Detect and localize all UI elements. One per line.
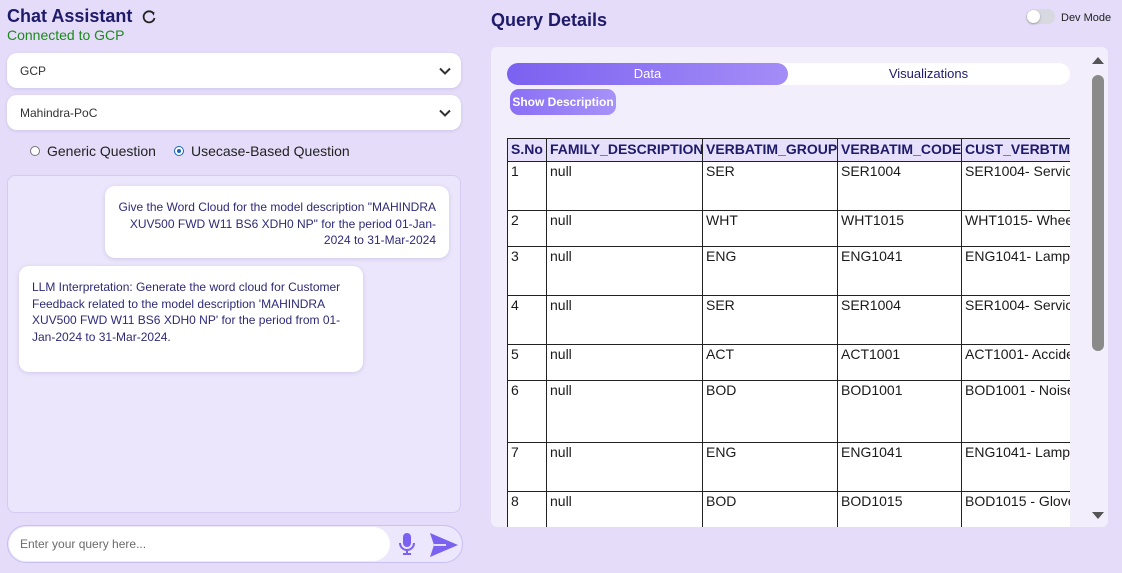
scroll-down-arrow-icon[interactable] [1092,510,1104,520]
question-type-radio-group: Generic Question Usecase-Based Question [30,143,368,159]
table-cell: 3 [507,246,547,296]
table-cell: WHT1015 [837,210,962,247]
table-cell: null [546,491,703,527]
radio-button-unchecked[interactable] [30,146,40,156]
table-cell: ACT1001- Accide Work [961,344,1070,381]
table-cell: BOD1001 - Noise Body Panel/Roof/Hardt [961,380,1070,443]
table-cell: 6 [507,380,547,443]
column-header[interactable]: FAMILY_DESCRIPTION [546,138,703,162]
table-row: 3 null ENG ENG1041 ENG1041- Lamp Level/m… [507,246,1070,296]
table-cell: 7 [507,442,547,492]
dev-mode-label: Dev Mode [1061,12,1112,24]
table-cell: ENG1041- Lamp Level/malfunction [961,442,1070,492]
radio-usecase-label: Usecase-Based Question [190,143,350,159]
radio-button-checked[interactable] [173,146,184,156]
scroll-up-arrow-icon[interactable] [1092,56,1104,66]
project-select-value: Mahindra-PoC [20,105,98,120]
column-header[interactable]: CUST_VERBTM_ [961,138,1070,162]
table-row: 5 null ACT ACT1001 ACT1001- Accide Work [507,344,1070,381]
table-cell: null [546,380,703,443]
provider-select[interactable]: GCP [7,53,461,88]
table-cell: null [546,295,703,345]
show-description-button[interactable]: Show Description [510,89,616,115]
table-cell: SER1004- Servic Action [961,161,1070,211]
radio-usecase-question[interactable]: Usecase-Based Question [173,143,350,159]
table-cell: 1 [507,161,547,211]
dev-mode-toggle-group: Dev Mode [1026,8,1111,24]
table-cell: 2 [507,210,547,247]
user-message: Give the Word Cloud for the model descri… [105,186,449,258]
vertical-scrollbar[interactable] [1088,47,1108,527]
table-cell: SER1004 [837,295,962,345]
table-row: 1 null SER SER1004 SER1004- Servic Actio… [507,161,1070,211]
tab-bar: Data Visualizations [507,63,1070,85]
table-cell: BOD1001 [837,380,962,443]
table-cell: ENG1041 [837,442,962,492]
column-header[interactable]: VERBATIM_GROUP [702,138,838,162]
query-details-card: Data Visualizations Show Description S.N… [491,47,1108,527]
microphone-icon[interactable] [398,532,416,556]
radio-generic-label: Generic Question [47,143,156,159]
project-select[interactable]: Mahindra-PoC [7,95,461,130]
table-cell: SER1004 [837,161,962,211]
refresh-icon[interactable] [141,9,157,25]
table-row: 6 null BOD BOD1001 BOD1001 - Noise Body … [507,380,1070,443]
table-cell: 4 [507,295,547,345]
send-icon[interactable] [428,531,460,559]
query-details-title: Query Details [491,10,608,30]
assistant-message: LLM Interpretation: Generate the word cl… [19,266,363,372]
data-table: S.No FAMILY_DESCRIPTION VERBATIM_GROUP V… [507,138,1070,527]
table-cell: BOD1015 [837,491,962,527]
provider-select-value: GCP [20,63,47,78]
chat-panel: Chat Assistant Connected to GCP GCP Mahi… [0,0,470,573]
table-header-row: S.No FAMILY_DESCRIPTION VERBATIM_GROUP V… [507,138,1070,162]
tab-visualizations[interactable]: Visualizations [788,63,1069,85]
data-table-container[interactable]: S.No FAMILY_DESCRIPTION VERBATIM_GROUP V… [507,138,1070,527]
table-cell: ENG [702,442,838,492]
table-cell: ENG [702,246,838,296]
table-row: 7 null ENG ENG1041 ENG1041- Lamp Level/m… [507,442,1070,492]
dev-mode-toggle[interactable] [1026,8,1055,24]
query-input[interactable] [9,527,390,561]
column-header[interactable]: VERBATIM_CODE [837,138,962,162]
table-cell: WHT1015- Whee Balancing [961,210,1070,247]
title-row: Chat Assistant [7,6,157,27]
table-row: 4 null SER SER1004 SER1004- Servic Actio… [507,295,1070,345]
chat-history[interactable]: Give the Word Cloud for the model descri… [7,175,461,513]
table-cell: 8 [507,491,547,527]
chat-input-bar [7,525,463,563]
table-row: 2 null WHT WHT1015 WHT1015- Whee Balanci… [507,210,1070,247]
table-cell: ENG1041 [837,246,962,296]
radio-generic-question[interactable]: Generic Question [30,143,156,159]
table-cell: null [546,344,703,381]
app-title: Chat Assistant [7,6,133,26]
table-cell: ENG1041- Lamp Level/malfunction [961,246,1070,296]
scrollbar-thumb[interactable] [1092,75,1104,351]
table-cell: BOD [702,491,838,527]
table-cell: 5 [507,344,547,381]
column-header[interactable]: S.No [507,138,547,162]
connection-status: Connected to GCP [7,27,125,43]
table-cell: null [546,161,703,211]
chevron-down-icon [439,67,451,75]
table-row: 8 null BOD BOD1015 BOD1015 - Glove Misal… [507,491,1070,527]
table-cell: ACT [702,344,838,381]
table-cell: WHT [702,210,838,247]
table-cell: SER1004- Servic Action [961,295,1070,345]
table-cell: null [546,210,703,247]
table-cell: SER [702,161,838,211]
table-cell: SER [702,295,838,345]
tab-data[interactable]: Data [507,63,788,85]
table-cell: null [546,246,703,296]
chevron-down-icon [439,109,451,117]
table-cell: BOD1015 - Glove Misalignment [961,491,1070,527]
table-cell: null [546,442,703,492]
table-cell: BOD [702,380,838,443]
table-cell: ACT1001 [837,344,962,381]
